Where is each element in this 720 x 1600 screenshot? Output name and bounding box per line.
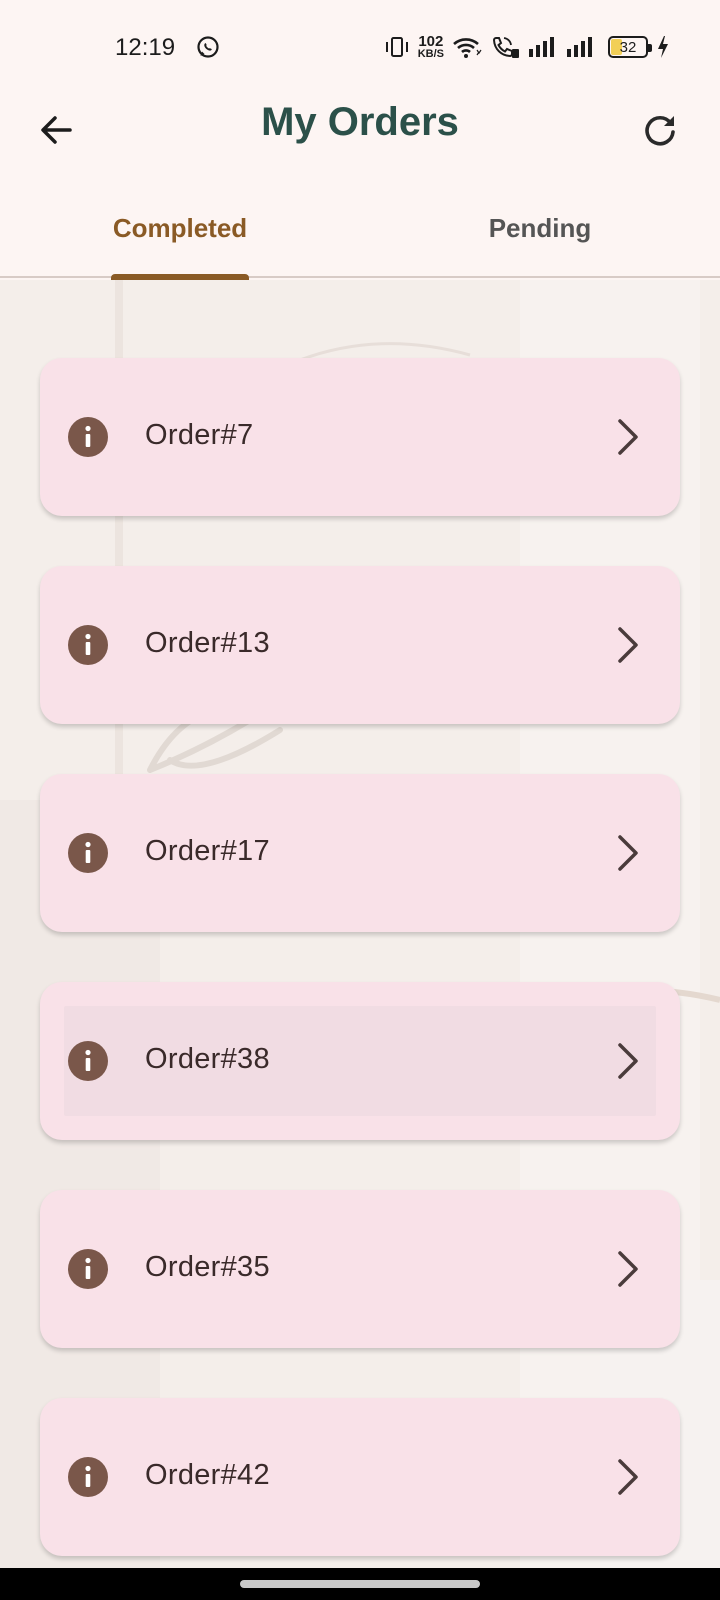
order-label: Order#13 [145,627,270,659]
tab-pending[interactable]: Pending [360,190,720,276]
whatsapp-icon [197,36,219,58]
chevron-right-icon [618,627,638,663]
wifi-call-icon [492,37,519,58]
home-indicator[interactable] [240,1580,480,1588]
info-icon [68,1457,108,1497]
chevron-right-icon [618,419,638,455]
vibrate-icon [385,37,408,57]
info-icon [68,1249,108,1289]
orders-list[interactable]: Order#7 Order#13 Order#17 Order#38 Order… [0,280,720,1570]
order-label: Order#7 [145,419,254,451]
status-icons: 102 KB/S 32 [384,32,670,62]
signal-icon [529,37,554,57]
net-speed-value: 102 [418,32,444,50]
chevron-right-icon [618,835,638,871]
tab-pending-label: Pending [488,213,592,243]
tab-bar: Completed Pending [0,190,720,280]
info-icon [68,625,108,665]
page-title: My Orders [261,100,459,144]
order-card[interactable]: Order#35 [40,1190,680,1348]
status-bar: 12:19 102 KB/S 32 [0,0,720,90]
battery-tip [648,44,652,52]
info-icon [68,417,108,457]
battery-icon: 32 [608,36,652,58]
order-card[interactable]: Order#42 [40,1398,680,1556]
refresh-icon [645,115,675,146]
order-label: Order#42 [145,1459,270,1491]
wifi-icon [453,38,482,58]
chevron-right-icon [618,1251,638,1287]
net-speed-unit: KB/S [417,47,444,60]
info-icon [68,1041,108,1081]
order-card[interactable]: Order#38 [40,982,680,1140]
tab-completed-label: Completed [112,213,248,243]
chevron-right-icon [618,1459,638,1495]
order-label: Order#35 [145,1251,270,1283]
order-label: Order#17 [145,835,270,867]
system-nav-bar [0,1568,720,1600]
battery-level: 32 [619,39,637,56]
status-time: 12:19 [115,34,176,61]
app-bar: My Orders [0,90,720,190]
order-label: Order#38 [145,1043,270,1075]
net-speed: 102 KB/S [417,32,444,60]
chevron-right-icon [618,1043,638,1079]
signal-icon [567,37,592,57]
order-card[interactable]: Order#17 [40,774,680,932]
charging-icon [658,36,668,58]
tab-completed[interactable]: Completed [0,190,360,276]
order-card[interactable]: Order#13 [40,566,680,724]
refresh-button[interactable] [638,108,682,152]
info-icon [68,833,108,873]
orders-screen: 12:19 102 KB/S 32 My Orders Completed Pe… [0,0,720,1600]
order-card[interactable]: Order#7 [40,358,680,516]
